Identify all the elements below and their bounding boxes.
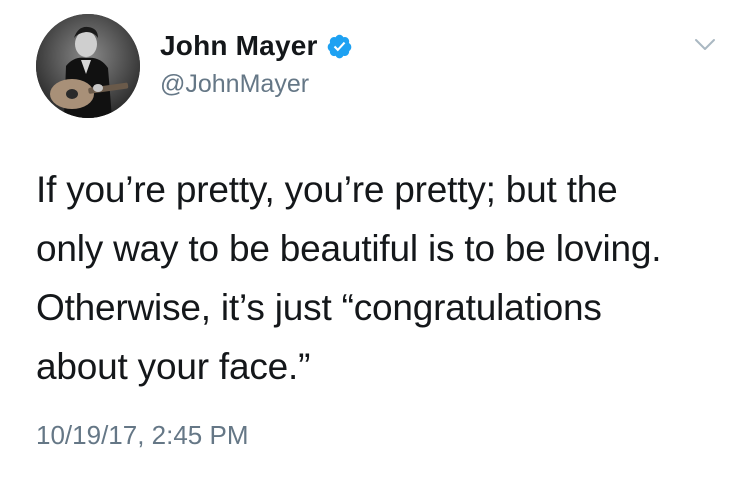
tweet-timestamp[interactable]: 10/19/17, 2:45 PM bbox=[36, 420, 248, 451]
author-handle[interactable]: @JohnMayer bbox=[160, 70, 309, 99]
avatar-image bbox=[36, 14, 140, 118]
chevron-down-icon[interactable] bbox=[694, 38, 716, 52]
author-avatar[interactable] bbox=[36, 14, 140, 118]
tweet-text: If you’re pretty, you’re pretty; but the… bbox=[36, 169, 662, 387]
author-display-name[interactable]: John Mayer bbox=[160, 30, 318, 62]
author-name-row[interactable]: John Mayer bbox=[160, 30, 353, 62]
tweet-card: John Mayer @JohnMayer If you’re pretty, … bbox=[0, 0, 750, 477]
verified-badge-icon bbox=[326, 33, 353, 60]
